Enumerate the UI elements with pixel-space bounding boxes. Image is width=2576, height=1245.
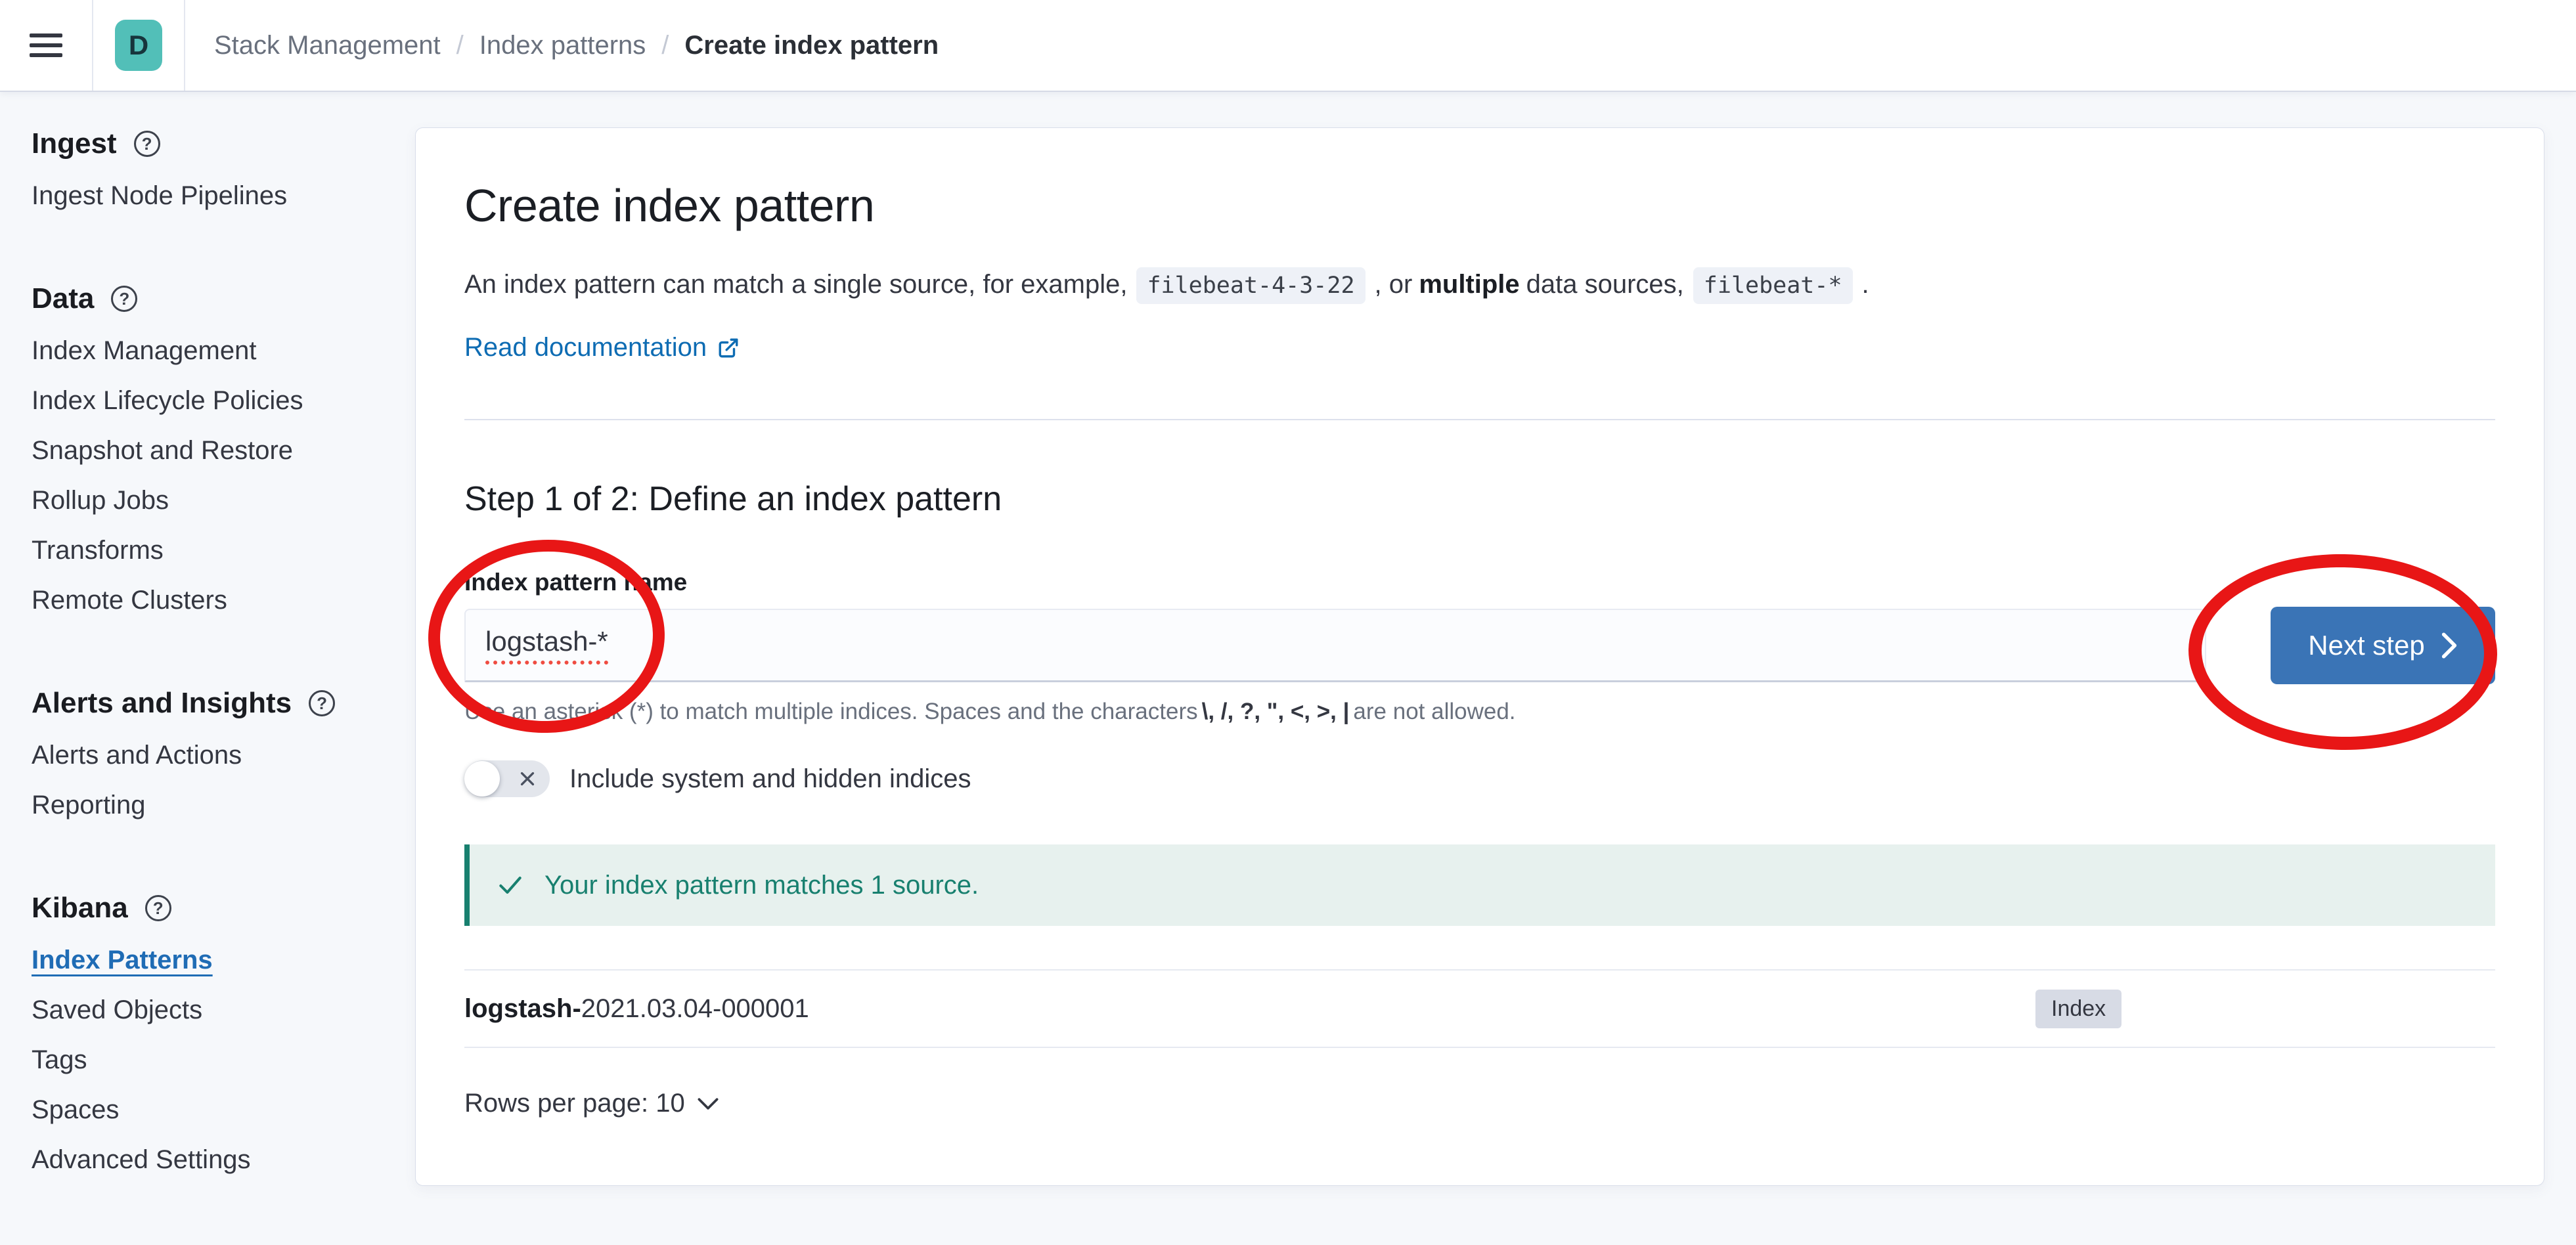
help-icon[interactable]: ?	[134, 131, 160, 157]
include-hidden-indices-toggle[interactable]	[464, 760, 550, 797]
sidebar-item-advanced-settings[interactable]: Advanced Settings	[32, 1145, 251, 1174]
section-divider	[464, 419, 2495, 420]
rows-per-page-selector[interactable]: Rows per page: 10	[464, 1089, 719, 1118]
checkmark-icon	[496, 871, 525, 900]
space-avatar[interactable]: D	[115, 20, 162, 71]
index-pattern-form-row: logstash-* Next step	[464, 607, 2495, 684]
chevron-right-icon	[2441, 632, 2458, 659]
sidebar-item-rollup-jobs[interactable]: Rollup Jobs	[32, 486, 169, 515]
index-type-badge: Index	[2035, 990, 2121, 1028]
sidebar-item-tags[interactable]: Tags	[32, 1045, 87, 1074]
hamburger-icon	[30, 33, 62, 57]
sidebar-section-title: Data	[32, 284, 94, 314]
external-link-icon	[717, 337, 740, 359]
sidebar-item-saved-objects[interactable]: Saved Objects	[32, 995, 202, 1024]
breadcrumb-separator: /	[456, 31, 464, 60]
cross-icon	[518, 770, 537, 788]
callout-message: Your index pattern matches 1 source.	[544, 871, 979, 900]
menu-button[interactable]	[0, 0, 92, 91]
code-example-single: filebeat-4-3-22	[1136, 267, 1365, 304]
page-title: Create index pattern	[464, 179, 2495, 232]
kibana-app: D Stack Management / Index patterns / Cr…	[0, 0, 2576, 1245]
toggle-label: Include system and hidden indices	[569, 764, 971, 794]
breadcrumb-current: Create index pattern	[684, 31, 939, 60]
sidebar-section-kibana: Kibana ? Index Patterns Saved Objects Ta…	[32, 893, 399, 1174]
sidebar-item-remote-clusters[interactable]: Remote Clusters	[32, 586, 227, 615]
read-documentation-link[interactable]: Read documentation	[464, 333, 740, 362]
sidebar-item-transforms[interactable]: Transforms	[32, 536, 164, 565]
sidebar-section-title: Kibana	[32, 893, 128, 923]
help-icon[interactable]: ?	[145, 895, 171, 921]
sidebar-item-index-lifecycle-policies[interactable]: Index Lifecycle Policies	[32, 386, 303, 415]
sidebar-item-spaces[interactable]: Spaces	[32, 1095, 119, 1124]
sidebar-item-index-patterns[interactable]: Index Patterns	[32, 946, 213, 974]
sidebar-section-title: Alerts and Insights	[32, 688, 292, 718]
include-hidden-indices-row: Include system and hidden indices	[464, 760, 2495, 797]
breadcrumb: Stack Management / Index patterns / Crea…	[214, 31, 939, 60]
sidebar-section-ingest: Ingest ? Ingest Node Pipelines	[32, 129, 399, 210]
success-callout: Your index pattern matches 1 source.	[464, 844, 2495, 926]
breadcrumb-index-patterns[interactable]: Index patterns	[479, 31, 646, 60]
next-step-button[interactable]: Next step	[2271, 607, 2495, 684]
index-pattern-input[interactable]: logstash-*	[464, 609, 2206, 682]
sidebar-item-snapshot-and-restore[interactable]: Snapshot and Restore	[32, 436, 293, 465]
chevron-down-icon	[697, 1097, 719, 1111]
sidebar-item-alerts-and-actions[interactable]: Alerts and Actions	[32, 741, 242, 770]
index-pattern-hint: Use an asterisk (*) to match multiple in…	[464, 699, 2495, 725]
matched-index-row: logstash-2021.03.04-000001 Index	[464, 969, 2495, 1048]
toggle-thumb	[464, 761, 500, 797]
sidebar-section-title: Ingest	[32, 129, 117, 159]
index-pattern-name-label: Index pattern name	[464, 569, 2495, 596]
code-example-wildcard: filebeat-*	[1693, 267, 1853, 304]
space-section: D	[92, 0, 185, 91]
index-pattern-input-value: logstash-*	[485, 626, 608, 665]
sidebar-item-reporting[interactable]: Reporting	[32, 791, 145, 819]
help-icon[interactable]: ?	[309, 690, 335, 716]
breadcrumb-stack-management[interactable]: Stack Management	[214, 31, 441, 60]
create-index-pattern-panel: Create index pattern An index pattern ca…	[415, 127, 2544, 1186]
management-sidebar: Ingest ? Ingest Node Pipelines Data ? In…	[32, 129, 399, 1245]
top-header-bar: D Stack Management / Index patterns / Cr…	[0, 0, 2576, 92]
sidebar-section-data: Data ? Index Management Index Lifecycle …	[32, 284, 399, 615]
intro-text: An index pattern can match a single sour…	[464, 263, 2495, 307]
sidebar-item-ingest-node-pipelines[interactable]: Ingest Node Pipelines	[32, 181, 287, 210]
sidebar-item-index-management[interactable]: Index Management	[32, 336, 256, 365]
help-icon[interactable]: ?	[111, 286, 137, 312]
breadcrumb-separator: /	[661, 31, 669, 60]
step-heading: Step 1 of 2: Define an index pattern	[464, 479, 2495, 519]
matched-index-name: logstash-2021.03.04-000001	[464, 994, 809, 1024]
sidebar-section-alerts-insights: Alerts and Insights ? Alerts and Actions…	[32, 688, 399, 819]
